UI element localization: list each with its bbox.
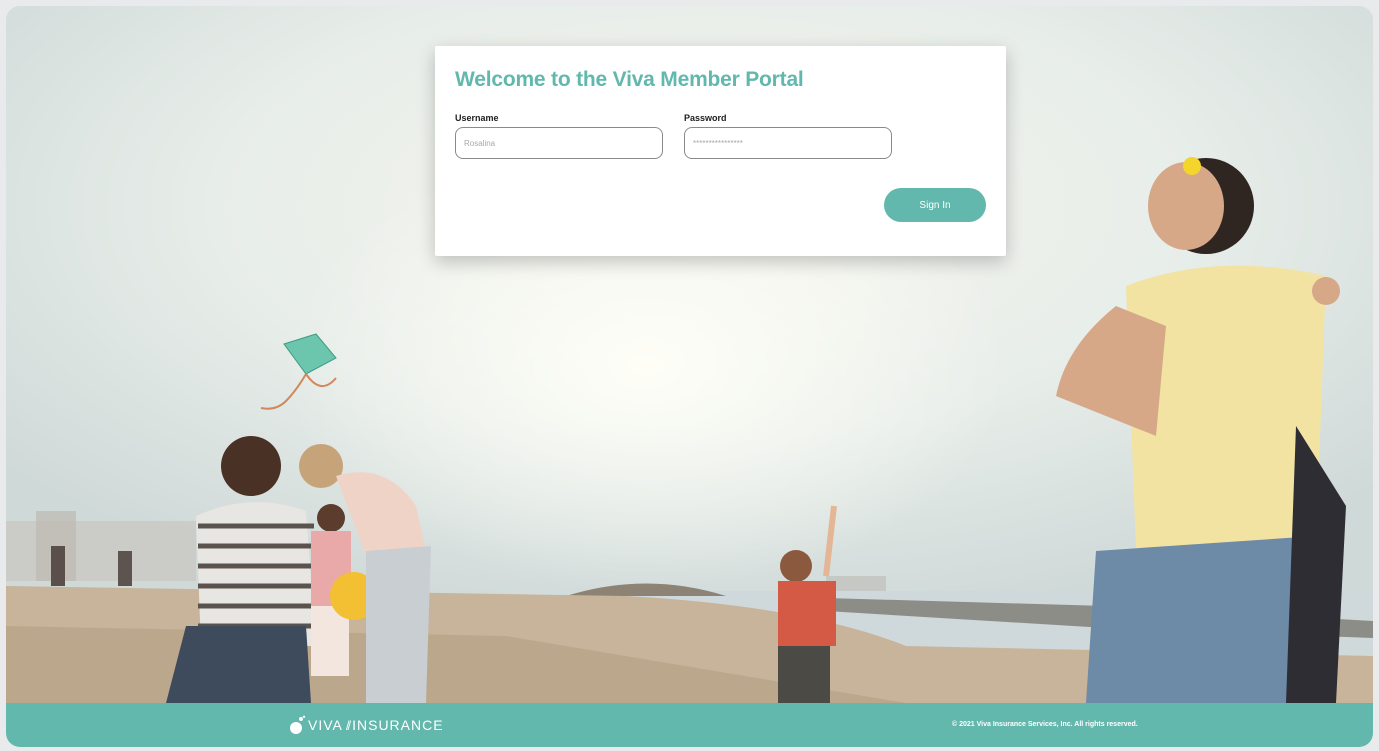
logo-separator: // xyxy=(345,717,351,733)
logo-text-viva: VIVA xyxy=(308,717,343,733)
sign-in-button[interactable]: Sign In xyxy=(884,188,986,222)
username-input[interactable] xyxy=(455,127,663,159)
viva-insurance-logo: VIVA // INSURANCE xyxy=(288,715,444,735)
copyright-text: © 2021 Viva Insurance Services, Inc. All… xyxy=(952,721,1138,728)
app-window: Welcome to the Viva Member Portal Userna… xyxy=(6,6,1373,747)
password-input[interactable] xyxy=(684,127,892,159)
login-card: Welcome to the Viva Member Portal Userna… xyxy=(435,46,1006,256)
logo-text-insurance: INSURANCE xyxy=(352,717,444,733)
username-label: Username xyxy=(455,113,499,123)
page-title: Welcome to the Viva Member Portal xyxy=(455,68,804,91)
footer-bar: VIVA // INSURANCE © 2021 Viva Insurance … xyxy=(6,703,1373,747)
viva-logo-mark-icon xyxy=(290,715,306,734)
password-label: Password xyxy=(684,113,727,123)
